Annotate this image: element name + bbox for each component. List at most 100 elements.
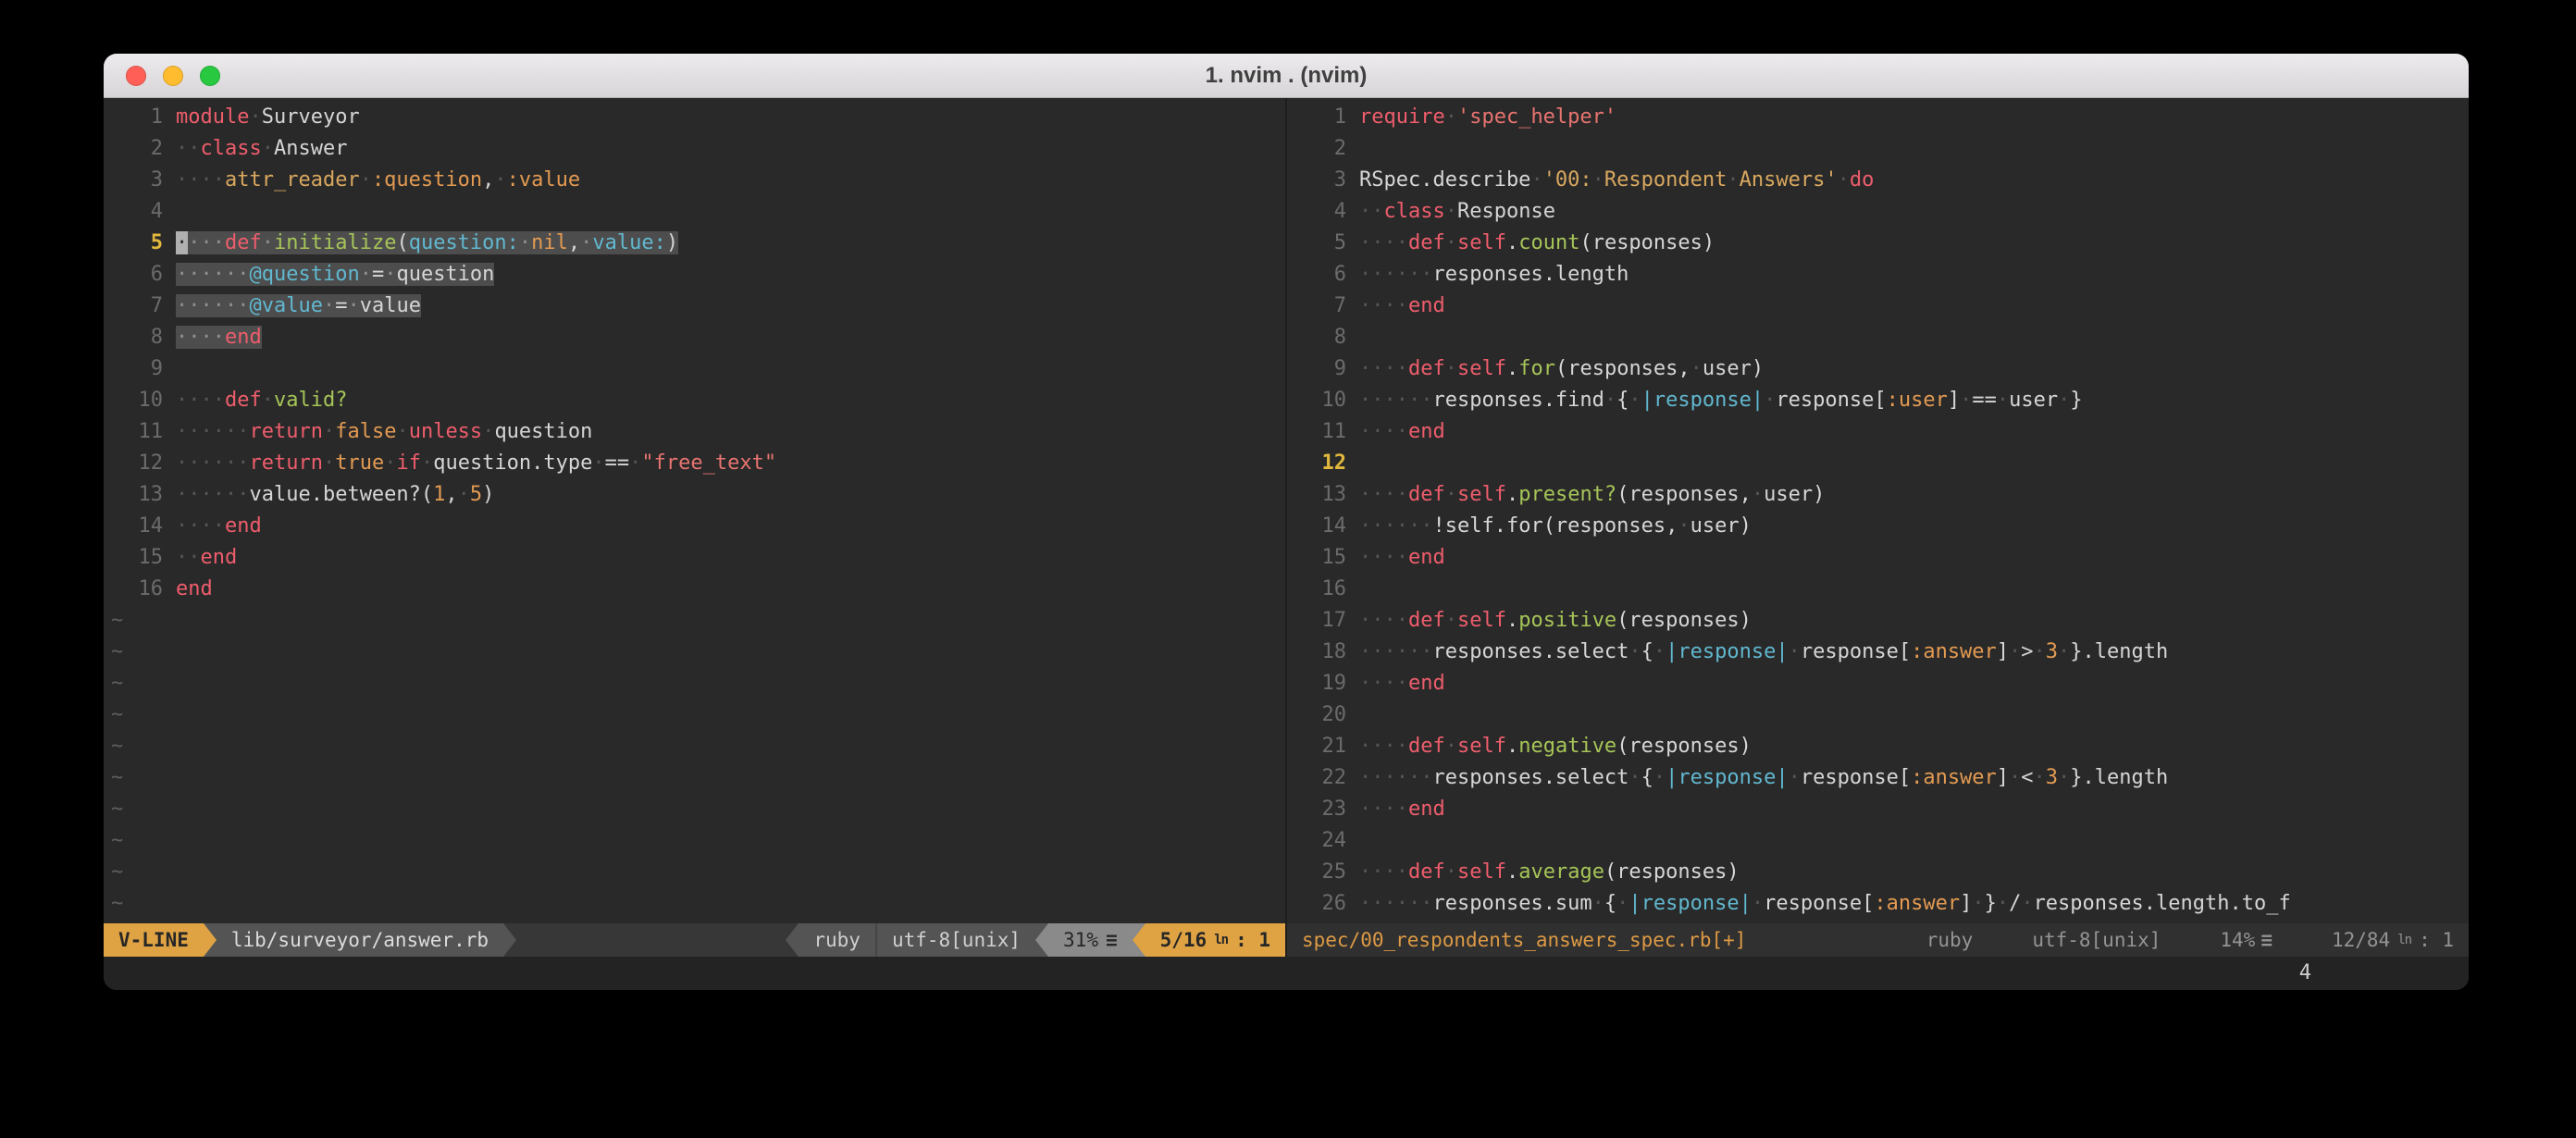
code-line[interactable]: 16end [111, 574, 1285, 605]
code-token: · [384, 451, 396, 475]
code-line[interactable]: 19····end [1294, 668, 2469, 699]
code-line[interactable]: 7······@value·=·value [111, 291, 1285, 322]
line-number: 19 [1294, 668, 1359, 699]
close-button[interactable] [126, 66, 146, 86]
code-token: . [1506, 735, 1518, 758]
code-line[interactable]: 16 [1294, 574, 2469, 605]
code-line[interactable]: 12······return·true·if·question.type·==·… [111, 448, 1285, 479]
titlebar[interactable]: 1. nvim . (nvim) [104, 54, 2469, 98]
code-line[interactable]: 13······value.between?(1,·5) [111, 479, 1285, 511]
code-token: · [2009, 766, 2021, 789]
code-text: module·Surveyor [176, 105, 360, 129]
code-line[interactable]: 24 [1294, 825, 2469, 857]
statusline-inactive: spec/00_respondents_answers_spec.rb[+] r… [1287, 923, 2469, 957]
empty-buffer-line: ~ [111, 605, 1285, 637]
line-number: 13 [1294, 479, 1359, 511]
code-text: ····def·self.average(responses) [1359, 860, 1740, 884]
code-token: end [1408, 672, 1445, 695]
code-line[interactable]: 25····def·self.average(responses) [1294, 857, 2469, 888]
code-token: ···· [1359, 483, 1408, 506]
code-line[interactable]: 6······@question·=·question [111, 259, 1285, 291]
code-token: ······ [1359, 514, 1432, 538]
code-token: responses.length.to_f [2034, 892, 2291, 915]
code-token: · [1629, 389, 1641, 412]
code-line[interactable]: 8 [1294, 322, 2469, 353]
code-line[interactable]: 18······responses.select·{·|response|·re… [1294, 637, 2469, 668]
code-token: response[ [1776, 389, 1886, 412]
code-line[interactable]: 5····def·self.count(responses) [1294, 228, 2469, 259]
code-text-selected: ····end [176, 326, 262, 349]
code-line[interactable]: 9····def·self.for(responses,·user) [1294, 353, 2469, 385]
code-token: ···· [176, 326, 225, 349]
code-line[interactable]: 6······responses.length [1294, 259, 2469, 291]
code-line[interactable]: 12 [1294, 448, 2469, 479]
code-line[interactable]: 15··end [111, 542, 1285, 574]
code-token: · [1972, 892, 1984, 915]
code-line[interactable]: 22······responses.select·{·|response|·re… [1294, 762, 2469, 794]
code-line[interactable]: 3RSpec.describe·'00:·Respondent·Answers'… [1294, 165, 2469, 196]
code-line[interactable]: 21····def·self.negative(responses) [1294, 731, 2469, 762]
code-line[interactable]: 14······!self.for(responses,·user) [1294, 511, 2469, 542]
window-title: 1. nvim . (nvim) [104, 63, 2469, 89]
code-line[interactable]: 11······return·false·unless·question [111, 416, 1285, 448]
code-line[interactable]: 9 [111, 353, 1285, 385]
code-token: responses.select [1432, 766, 1629, 789]
code-line[interactable]: 23····end [1294, 794, 2469, 825]
code-line[interactable]: 2··class·Answer [111, 133, 1285, 165]
traffic-lights [104, 66, 220, 86]
code-line[interactable]: 15····end [1294, 542, 2469, 574]
code-line[interactable]: 1module·Surveyor [111, 102, 1285, 133]
code-token: Answers' [1740, 168, 1838, 192]
code-line[interactable]: 7····end [1294, 291, 2469, 322]
code-token: , [445, 483, 457, 506]
code-line[interactable]: 5····def·initialize(question:·nil,·value… [111, 228, 1285, 259]
code-line[interactable]: 10····def·valid? [111, 385, 1285, 416]
code-token: :answer [1874, 892, 1960, 915]
code-text: end [176, 577, 213, 600]
code-token: user) [1703, 357, 1764, 380]
code-token: (responses) [1616, 735, 1752, 758]
text-buffer-left[interactable]: 1module·Surveyor2··class·Answer3····attr… [104, 98, 1285, 923]
code-token: }.length [2070, 640, 2168, 663]
code-line[interactable]: 10······responses.find·{·|response|·resp… [1294, 385, 2469, 416]
code-token: ······ [1359, 389, 1432, 412]
code-token: · [262, 231, 274, 254]
code-token: present? [1518, 483, 1616, 506]
code-token: · [384, 263, 396, 286]
code-text: ····end [1359, 672, 1445, 695]
statusline-active: V-LINE lib/surveyor/answer.rb ruby utf-8… [104, 923, 1285, 957]
text-buffer-right[interactable]: 1require·'spec_helper'23RSpec.describe·'… [1287, 98, 2469, 923]
editor-pane-right[interactable]: 1require·'spec_helper'23RSpec.describe·'… [1287, 98, 2469, 957]
empty-buffer-line: ~ [111, 731, 1285, 762]
code-token: · [323, 294, 335, 317]
code-line[interactable]: 14····end [111, 511, 1285, 542]
code-line[interactable]: 20 [1294, 699, 2469, 731]
code-line[interactable]: 1require·'spec_helper' [1294, 102, 2469, 133]
minimize-button[interactable] [163, 66, 183, 86]
code-token: · [1445, 105, 1457, 129]
code-token: ······ [1359, 263, 1432, 286]
code-text: ····end [1359, 546, 1445, 569]
code-token: ···· [1359, 860, 1408, 884]
code-text: ····def·valid? [176, 389, 347, 412]
code-token: ] [1997, 640, 2009, 663]
code-line[interactable]: 26······responses.sum·{·|response|·respo… [1294, 888, 2469, 920]
code-line[interactable]: 13····def·self.present?(responses,·user) [1294, 479, 2469, 511]
code-line[interactable]: 17····def·self.positive(responses) [1294, 605, 2469, 637]
code-line[interactable]: 3····attr_reader·:question,·:value [111, 165, 1285, 196]
code-line[interactable]: 8····end [111, 322, 1285, 353]
code-token: value.between?( [249, 483, 433, 506]
code-line[interactable]: 2 [1294, 133, 2469, 165]
code-line[interactable]: 11····end [1294, 416, 2469, 448]
code-text: ······responses.find·{·|response|·respon… [1359, 389, 2083, 412]
code-line[interactable]: 4··class·Response [1294, 196, 2469, 228]
empty-buffer-line: ~ [111, 637, 1285, 668]
code-token: positive [1518, 609, 1616, 632]
code-token: self [1457, 231, 1506, 254]
line-number: 3 [1294, 165, 1359, 196]
editor-pane-left[interactable]: 1module·Surveyor2··class·Answer3····attr… [104, 98, 1285, 957]
code-token: return [249, 420, 322, 443]
zoom-button[interactable] [200, 66, 220, 86]
percent-value: 14% [2220, 923, 2255, 957]
code-line[interactable]: 4 [111, 196, 1285, 228]
